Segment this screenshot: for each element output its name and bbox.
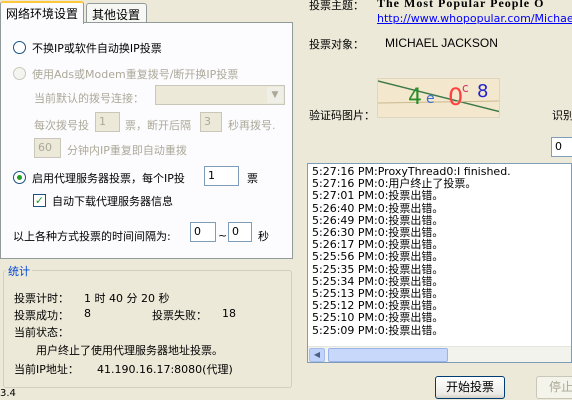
target-value: MICHAEL JACKSON: [385, 36, 498, 50]
stats-legend: 统计: [6, 263, 32, 279]
stop-button[interactable]: 停止: [536, 376, 572, 399]
status-label: 当前状态：: [14, 326, 69, 339]
timer-label: 投票计时：: [14, 292, 69, 305]
votes-per-dial-input[interactable]: 1: [95, 112, 120, 132]
captcha-char-4: c: [462, 81, 469, 95]
recognize-input[interactable]: 0: [551, 137, 572, 157]
scroll-thumb[interactable]: [328, 348, 448, 362]
fail-label: 投票失败：: [152, 309, 207, 322]
captcha-char-2: e: [426, 91, 435, 107]
scroll-left-icon[interactable]: ◀: [309, 348, 325, 362]
no-switch-ip-radio[interactable]: [13, 41, 26, 54]
success-label: 投票成功：: [14, 309, 69, 322]
seconds-after-label: 秒再拨号.: [228, 119, 276, 132]
topic-label: 投票主题：: [309, 0, 364, 12]
interval-label: 以上各种方式投票的时间间隔为:: [13, 230, 171, 243]
vote-url-link[interactable]: http://www.whopopular.com/Michael-Ja: [377, 12, 572, 25]
captcha-char-1: 4: [408, 85, 422, 110]
minutes-after-label: 分钟内IP重复即自动重拨: [67, 144, 187, 157]
captcha-char-3: 0: [448, 83, 464, 111]
dial-connection-label: 当前默认的拨号连接：: [34, 92, 144, 105]
success-value: 8: [84, 307, 91, 320]
auto-download-checkbox[interactable]: ✓: [33, 194, 46, 207]
current-ip-label: 当前IP地址：: [14, 363, 79, 376]
log-list[interactable]: 5:27:16 PM:ProxyThread0:I finished. 5:27:…: [307, 163, 572, 363]
proxy-vote-radio[interactable]: [13, 171, 26, 184]
tab-other-settings[interactable]: 其他设置: [86, 3, 147, 23]
auto-download-label[interactable]: 自动下载代理服务器信息: [52, 193, 173, 209]
log-line: 5:27:01 PM:0:投票出错。: [312, 189, 444, 203]
every-dial-label: 每次拨号投: [34, 119, 89, 132]
timer-value: 1 时 40 分 20 秒: [84, 292, 170, 305]
target-label: 投票对象：: [309, 38, 364, 51]
captcha-label: 验证码图片：: [309, 109, 375, 122]
no-switch-ip-label[interactable]: 不换IP或软件自动换IP投票: [32, 40, 162, 56]
dial-connection-select[interactable]: ▼: [155, 85, 285, 105]
tab-network-settings[interactable]: 网络环境设置: [0, 1, 84, 24]
votes-after-label: 票，断开后隔: [125, 119, 191, 132]
interval-from-input[interactable]: 0: [190, 222, 216, 242]
adsl-modem-label[interactable]: 使用Ads或Modem重复拨号/断开换IP投票: [32, 66, 238, 82]
log-line: 5:25:10 PM:0:投票出错。: [312, 311, 444, 325]
log-line: 5:25:09 PM:0:投票出错。: [312, 323, 444, 337]
interval-unit: 秒: [258, 230, 269, 243]
horizontal-scrollbar[interactable]: ◀: [308, 346, 571, 362]
proxy-votes-input[interactable]: 1: [204, 166, 239, 186]
captcha-char-5: 8: [477, 81, 489, 102]
chevron-down-icon[interactable]: ▼: [267, 87, 283, 103]
version-fragment: 3.4: [0, 388, 16, 399]
interval-separator: ~: [218, 229, 228, 242]
log-lines: 5:27:16 PM:ProxyThread0:I finished. 5:27:…: [312, 165, 571, 337]
fail-value: 18: [222, 307, 236, 320]
interval-to-input[interactable]: 0: [228, 222, 252, 242]
status-value: 用户终止了使用代理服务器地址投票。: [36, 344, 223, 357]
log-line: 5:25:35 PM:0:投票出错。: [312, 262, 444, 276]
reconnect-seconds-input[interactable]: 3: [200, 112, 222, 132]
network-settings-panel: 不换IP或软件自动换IP投票 使用Ads或Modem重复拨号/断开换IP投票 当…: [0, 22, 293, 259]
topic-value: The Most Popular People O: [377, 0, 545, 10]
captcha-image: 4 e 0 c 8: [377, 78, 500, 118]
ip-repeat-minutes-input[interactable]: 60: [34, 138, 61, 158]
proxy-vote-label[interactable]: 启用代理服务器投票，每个IP投: [32, 170, 185, 186]
recognize-label: 识别: [552, 109, 572, 122]
proxy-votes-unit: 票: [247, 172, 258, 185]
adsl-modem-radio[interactable]: [13, 67, 26, 80]
log-line: 5:25:56 PM:0:投票出错。: [312, 250, 444, 264]
log-line: 5:26:40 PM:0:投票出错。: [312, 201, 444, 215]
start-vote-button[interactable]: 开始投票: [435, 376, 505, 399]
current-ip-value: 41.190.16.17:8080(代理): [97, 363, 233, 376]
